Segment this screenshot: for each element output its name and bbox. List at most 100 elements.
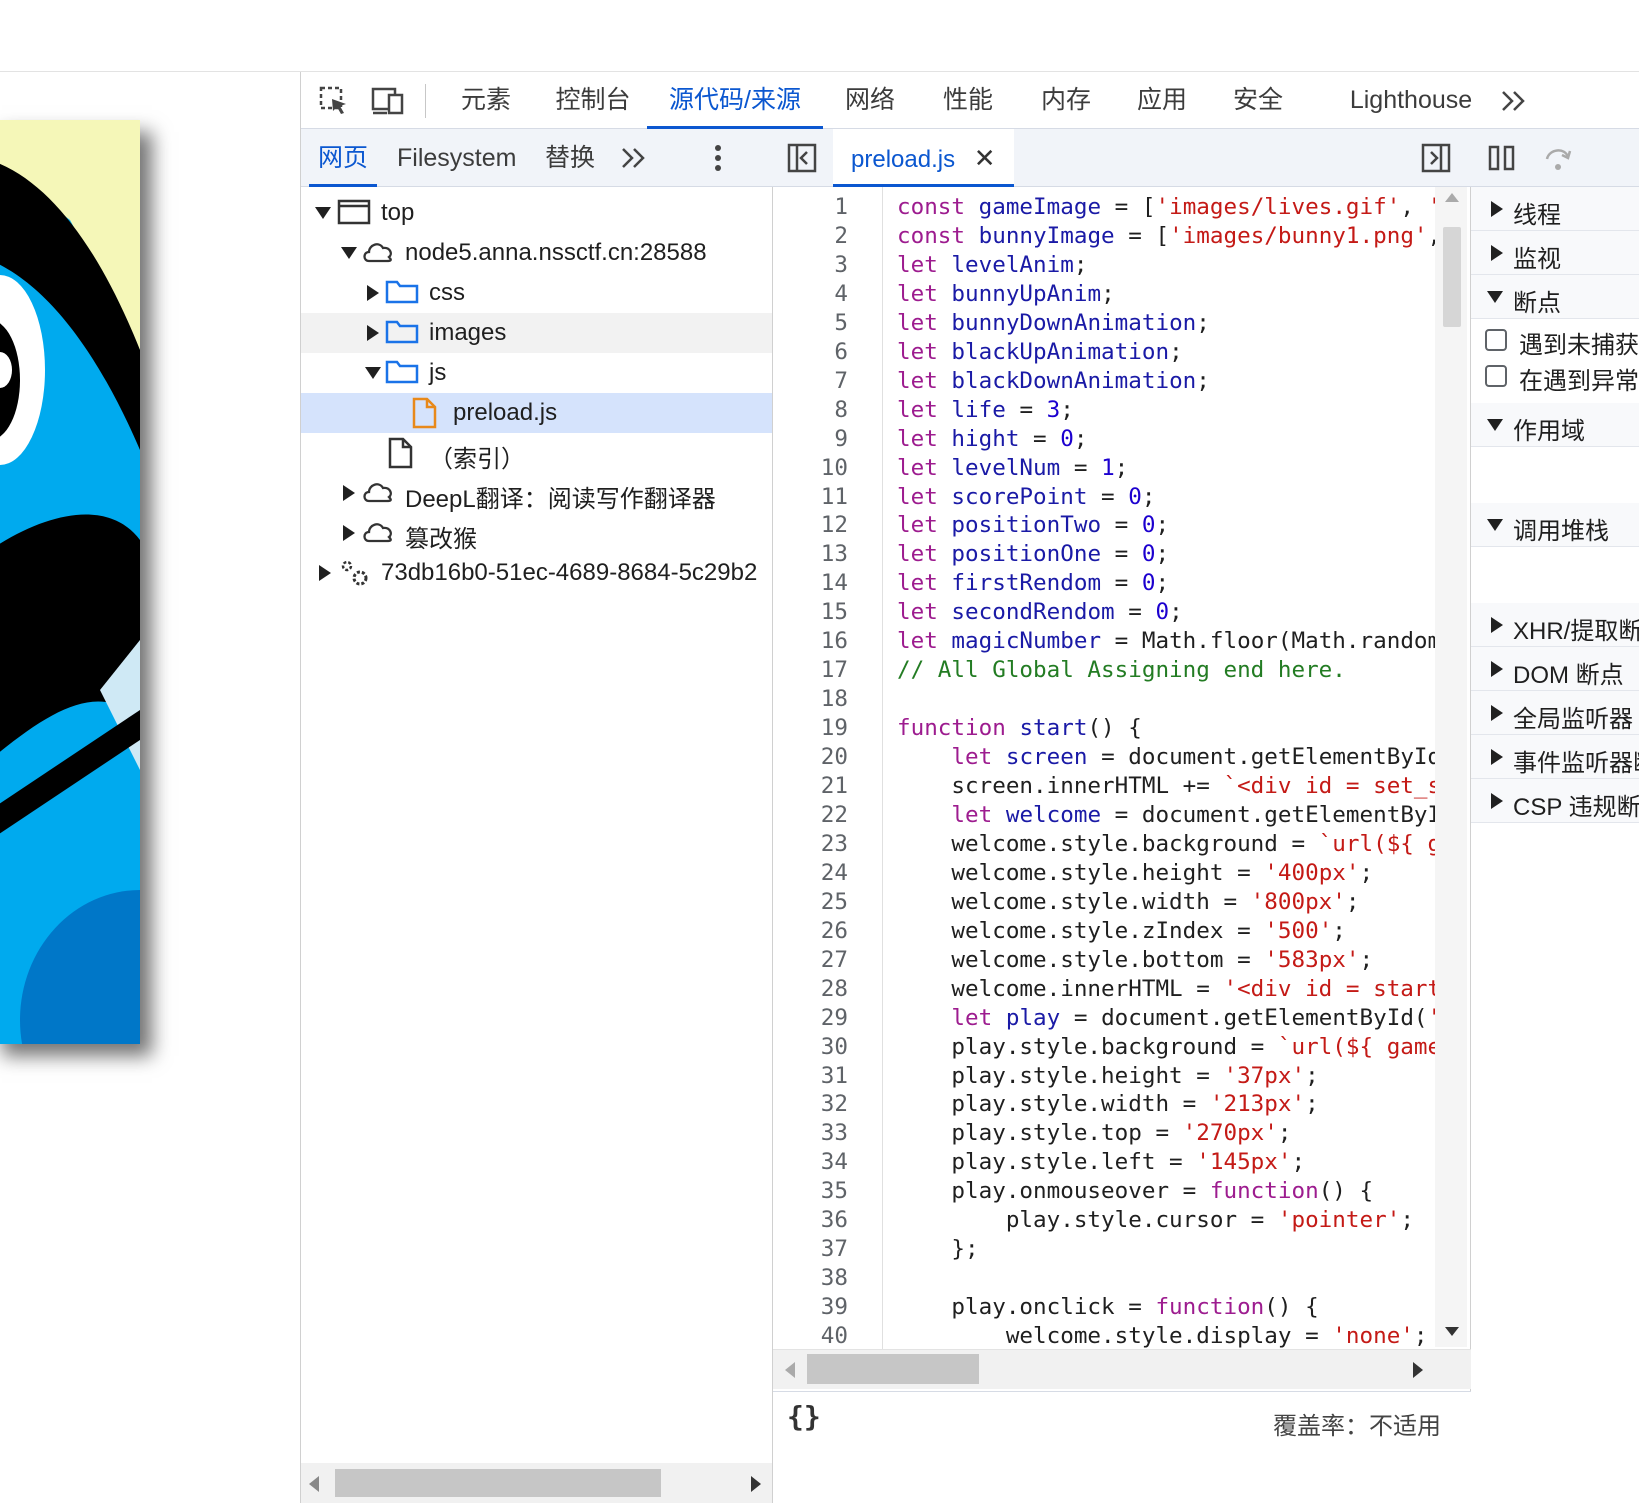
line-number[interactable]: 22 bbox=[788, 801, 848, 830]
checkbox[interactable] bbox=[1485, 329, 1507, 351]
section-threads[interactable]: 线程 bbox=[1471, 187, 1639, 231]
line-number[interactable]: 13 bbox=[788, 540, 848, 569]
line-number[interactable]: 36 bbox=[788, 1206, 848, 1235]
line-number[interactable]: 23 bbox=[788, 830, 848, 859]
line-number[interactable]: 33 bbox=[788, 1119, 848, 1148]
line-number[interactable]: 11 bbox=[788, 483, 848, 512]
line-number[interactable]: 29 bbox=[788, 1004, 848, 1033]
line-number[interactable]: 18 bbox=[788, 685, 848, 714]
line-number[interactable]: 17 bbox=[788, 656, 848, 685]
tab-application[interactable]: 应用 bbox=[1123, 72, 1201, 129]
section-scope[interactable]: 作用域 bbox=[1471, 403, 1639, 447]
tree-item-css[interactable]: css bbox=[301, 273, 772, 313]
scroll-up-icon[interactable] bbox=[1445, 193, 1459, 202]
line-number[interactable]: 37 bbox=[788, 1235, 848, 1264]
tab-filesystem[interactable]: Filesystem bbox=[397, 129, 516, 187]
section-dom-breakpoints[interactable]: DOM 断点 bbox=[1471, 647, 1639, 691]
chevron-double-right-icon[interactable] bbox=[1497, 84, 1531, 118]
line-number[interactable]: 21 bbox=[788, 772, 848, 801]
scroll-left-icon[interactable] bbox=[785, 1362, 795, 1378]
more-options-icon[interactable] bbox=[701, 141, 735, 175]
editor-vertical-scrollbar[interactable] bbox=[1435, 187, 1467, 1347]
line-number[interactable]: 24 bbox=[788, 859, 848, 888]
checkbox[interactable] bbox=[1485, 365, 1507, 387]
toggle-debugger-icon[interactable] bbox=[1419, 141, 1453, 175]
scrollbar-thumb[interactable] bbox=[335, 1469, 661, 1497]
tree-item-deepl[interactable]: DeepL翻译：阅读写作翻译器 bbox=[301, 473, 772, 513]
line-number[interactable]: 39 bbox=[788, 1293, 848, 1322]
line-number[interactable]: 6 bbox=[788, 338, 848, 367]
tree-item-preload-js[interactable]: preload.js bbox=[301, 393, 772, 433]
tab-security[interactable]: 安全 bbox=[1219, 72, 1297, 129]
line-number[interactable]: 9 bbox=[788, 425, 848, 454]
line-number[interactable]: 16 bbox=[788, 627, 848, 656]
tab-lighthouse[interactable]: Lighthouse bbox=[1341, 72, 1481, 129]
line-number[interactable]: 38 bbox=[788, 1264, 848, 1293]
scroll-down-icon[interactable] bbox=[1445, 1327, 1459, 1336]
line-number[interactable]: 1 bbox=[788, 193, 848, 222]
close-icon[interactable]: ✕ bbox=[974, 143, 996, 173]
tree-item-origin[interactable]: node5.anna.nssctf.cn:28588 bbox=[301, 233, 772, 273]
tab-overrides[interactable]: 替换 bbox=[545, 129, 595, 187]
tab-network[interactable]: 网络 bbox=[831, 72, 909, 129]
tab-elements[interactable]: 元素 bbox=[441, 72, 531, 129]
toggle-navigator-icon[interactable] bbox=[785, 141, 819, 175]
pause-on-caught-exceptions[interactable]: 在遇到异常时暂停 bbox=[1471, 357, 1639, 397]
pause-icon[interactable] bbox=[1485, 141, 1519, 175]
scroll-left-icon[interactable] bbox=[309, 1476, 319, 1492]
tab-sources[interactable]: 源代码/来源 bbox=[647, 72, 823, 129]
line-number[interactable]: 32 bbox=[788, 1090, 848, 1119]
line-number[interactable]: 26 bbox=[788, 917, 848, 946]
line-number[interactable]: 7 bbox=[788, 367, 848, 396]
editor-horizontal-scrollbar[interactable] bbox=[773, 1349, 1471, 1389]
section-global-listeners[interactable]: 全局监听器 bbox=[1471, 691, 1639, 735]
section-watch[interactable]: 监视 bbox=[1471, 231, 1639, 275]
line-number[interactable]: 14 bbox=[788, 569, 848, 598]
scroll-right-icon[interactable] bbox=[751, 1476, 761, 1492]
navigator-horizontal-scrollbar[interactable] bbox=[301, 1463, 772, 1503]
pause-on-uncaught-exceptions[interactable]: 遇到未捕获的异常时暂停 bbox=[1471, 321, 1639, 361]
section-csp-violation-breakpoints[interactable]: CSP 违规断点 bbox=[1471, 779, 1639, 823]
line-number[interactable]: 27 bbox=[788, 946, 848, 975]
section-event-listener-breakpoints[interactable]: 事件监听器断点 bbox=[1471, 735, 1639, 779]
line-number[interactable]: 15 bbox=[788, 598, 848, 627]
scrollbar-thumb[interactable] bbox=[807, 1354, 979, 1384]
tab-performance[interactable]: 性能 bbox=[929, 72, 1007, 129]
line-number[interactable]: 10 bbox=[788, 454, 848, 483]
scroll-right-icon[interactable] bbox=[1413, 1362, 1423, 1378]
curly-braces-icon[interactable]: {} bbox=[787, 1400, 821, 1433]
line-number[interactable]: 19 bbox=[788, 714, 848, 743]
tab-console[interactable]: 控制台 bbox=[537, 72, 649, 129]
line-number[interactable]: 5 bbox=[788, 309, 848, 338]
code-area[interactable]: 1 2 3 4 5 6 7 8 9 10 11 12 13 14 15 16 17 18 19 20 21 22 23 24 2… bbox=[773, 187, 1471, 1367]
tab-memory[interactable]: 内存 bbox=[1027, 72, 1105, 129]
line-number[interactable]: 2 bbox=[788, 222, 848, 251]
chevron-double-right-icon[interactable] bbox=[617, 141, 651, 175]
tree-item-images[interactable]: images bbox=[301, 313, 772, 353]
tree-item-worker[interactable]: 73db16b0-51ec-4689-8684-5c29b2 bbox=[301, 553, 772, 593]
line-number[interactable]: 34 bbox=[788, 1148, 848, 1177]
inspect-element-icon[interactable] bbox=[317, 84, 351, 118]
line-number[interactable]: 3 bbox=[788, 251, 848, 280]
tab-page[interactable]: 网页 bbox=[309, 129, 377, 187]
line-number[interactable]: 35 bbox=[788, 1177, 848, 1206]
section-call-stack[interactable]: 调用堆栈 bbox=[1471, 503, 1639, 547]
tree-item-index[interactable]: （索引） bbox=[301, 433, 772, 473]
scrollbar-thumb[interactable] bbox=[1443, 227, 1461, 327]
section-xhr-breakpoints[interactable]: XHR/提取断点 bbox=[1471, 603, 1639, 647]
line-number[interactable]: 31 bbox=[788, 1062, 848, 1091]
tree-item-tampermonkey[interactable]: 篡改猴 bbox=[301, 513, 772, 553]
line-number[interactable]: 20 bbox=[788, 743, 848, 772]
line-number[interactable]: 40 bbox=[788, 1322, 848, 1351]
line-number[interactable]: 12 bbox=[788, 511, 848, 540]
line-number[interactable]: 30 bbox=[788, 1033, 848, 1062]
device-toolbar-icon[interactable] bbox=[371, 84, 405, 118]
step-over-icon[interactable] bbox=[1541, 141, 1575, 175]
line-number[interactable]: 8 bbox=[788, 396, 848, 425]
section-breakpoints[interactable]: 断点 bbox=[1471, 275, 1639, 319]
line-number[interactable]: 25 bbox=[788, 888, 848, 917]
tree-item-top[interactable]: top bbox=[301, 193, 772, 233]
tree-item-js[interactable]: js bbox=[301, 353, 772, 393]
line-number[interactable]: 28 bbox=[788, 975, 848, 1004]
line-number[interactable]: 4 bbox=[788, 280, 848, 309]
